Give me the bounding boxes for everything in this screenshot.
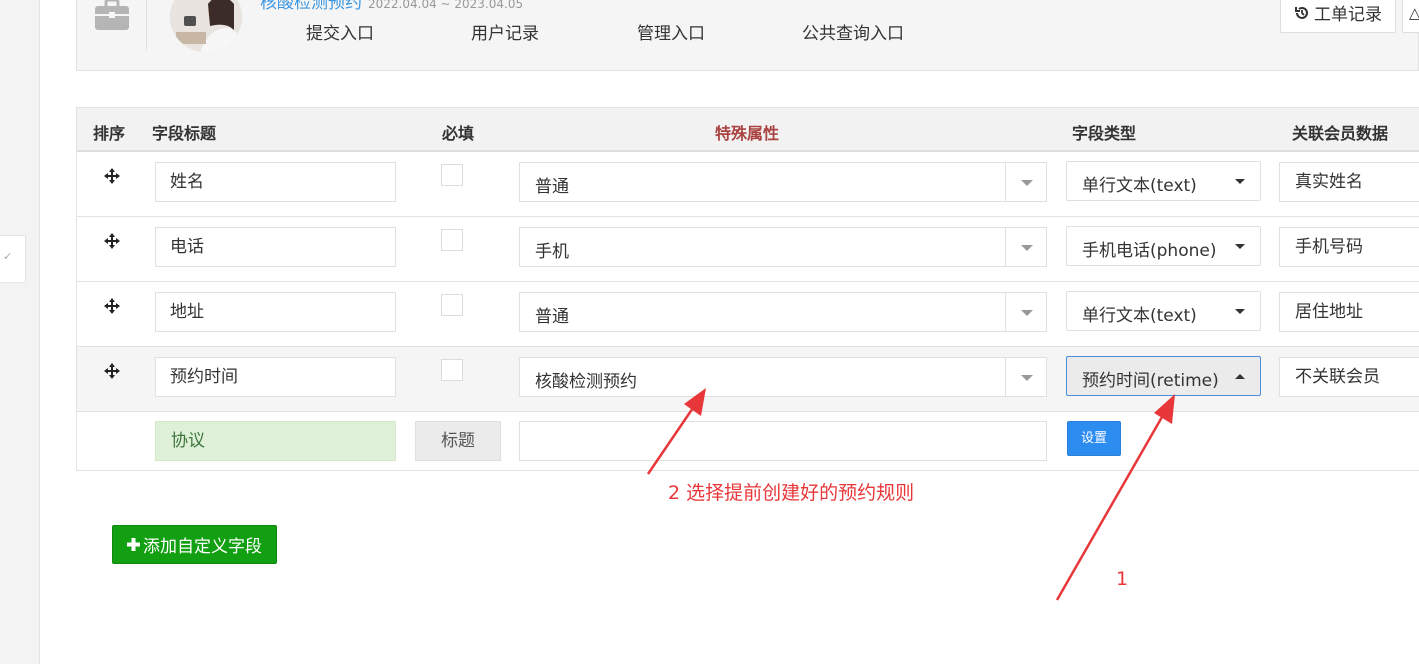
- caret-down-icon: [1021, 245, 1033, 251]
- special-attr-value: 普通: [535, 307, 569, 327]
- required-checkbox[interactable]: [441, 164, 463, 186]
- work-order-button[interactable]: 工单记录: [1280, 0, 1396, 33]
- settings-button[interactable]: 设置: [1067, 421, 1121, 456]
- field-type-select[interactable]: 单行文本(text): [1066, 161, 1261, 201]
- table-row: 电话 手机 手机电话(phone) 手机号码: [77, 217, 1419, 282]
- date-range: 2022.04.04 ~ 2023.04.05: [368, 0, 524, 11]
- select-divider: [1005, 293, 1006, 331]
- history-icon: [1295, 6, 1308, 19]
- field-title-input[interactable]: 姓名: [155, 162, 396, 202]
- required-checkbox[interactable]: [441, 359, 463, 381]
- special-attr-value: 普通: [535, 177, 569, 197]
- member-data-select[interactable]: 真实姓名: [1279, 162, 1419, 202]
- field-type-value: 单行文本(text): [1082, 306, 1197, 326]
- table-header: 排序 字段标题 必填 特殊属性 字段类型 关联会员数据: [77, 108, 1419, 152]
- caret-up-icon: [1235, 374, 1245, 379]
- col-special-attr: 特殊属性: [715, 124, 780, 143]
- table-row: 预约时间 核酸检测预约 预约时间(retime) 不关联会员: [77, 347, 1419, 412]
- page-title[interactable]: 核酸检测预约 2022.04.04 ~ 2023.04.05: [260, 0, 523, 13]
- caret-down-icon: [1021, 375, 1033, 381]
- briefcase-icon: [95, 0, 129, 30]
- field-title-input[interactable]: 预约时间: [155, 357, 396, 397]
- nav-link-submit[interactable]: 提交入口: [306, 19, 374, 44]
- member-data-select[interactable]: 不关联会员: [1279, 357, 1419, 397]
- field-title-input[interactable]: 地址: [155, 292, 396, 332]
- special-attr-value: 核酸检测预约: [535, 372, 637, 392]
- caret-down-icon: [1235, 179, 1245, 184]
- table-row: 姓名 普通 单行文本(text) 真实姓名: [77, 152, 1419, 217]
- col-field-type: 字段类型: [1072, 124, 1137, 143]
- move-arrows-icon[interactable]: [103, 297, 121, 315]
- fields-table: 排序 字段标题 必填 特殊属性 字段类型 关联会员数据 姓名 普通 单行文本(t…: [76, 107, 1419, 471]
- field-type-value: 预约时间(retime): [1082, 371, 1219, 391]
- member-data-select[interactable]: 居住地址: [1279, 292, 1419, 332]
- special-attr-select[interactable]: 普通: [519, 292, 1047, 332]
- agreement-title-input[interactable]: [519, 421, 1047, 461]
- field-type-value: 单行文本(text): [1082, 176, 1197, 196]
- lock-icon: △: [1409, 4, 1419, 22]
- field-title-input[interactable]: 电话: [155, 227, 396, 267]
- agreement-row: 协议 标题 设置: [77, 411, 1419, 471]
- member-data-select[interactable]: 手机号码: [1279, 227, 1419, 267]
- special-attr-value: 手机: [535, 242, 569, 262]
- move-arrows-icon[interactable]: [103, 167, 121, 185]
- agreement-title-button[interactable]: 标题: [415, 421, 501, 461]
- nav-link-user-records[interactable]: 用户记录: [471, 19, 539, 44]
- select-divider: [1005, 163, 1006, 201]
- col-sort: 排序: [93, 124, 126, 143]
- special-attr-select[interactable]: 普通: [519, 162, 1047, 202]
- table-row: 地址 普通 单行文本(text) 居住地址: [77, 282, 1419, 347]
- app-title[interactable]: 核酸检测预约: [260, 0, 362, 13]
- add-custom-field-button[interactable]: 添加自定义字段: [112, 525, 277, 564]
- caret-down-icon: [1235, 244, 1245, 249]
- move-arrows-icon[interactable]: [103, 362, 121, 380]
- caret-down-icon: [1021, 310, 1033, 316]
- special-attr-select[interactable]: 核酸检测预约: [519, 357, 1047, 397]
- col-required: 必填: [442, 124, 475, 143]
- caret-down-icon: [1235, 309, 1245, 314]
- nav-link-public-query[interactable]: 公共查询入口: [802, 19, 904, 44]
- header-divider: [146, 0, 147, 50]
- plus-icon: [127, 538, 140, 551]
- move-arrows-icon[interactable]: [103, 232, 121, 250]
- nav-link-admin[interactable]: 管理入口: [637, 19, 705, 44]
- chevron-down-icon: ✓: [3, 250, 13, 263]
- annotation-step-2: 2 选择提前创建好的预约规则: [668, 482, 915, 504]
- field-type-value: 手机电话(phone): [1082, 241, 1217, 261]
- agreement-label: 协议: [155, 421, 396, 461]
- field-type-select[interactable]: 单行文本(text): [1066, 291, 1261, 331]
- sidebar-collapsed-tab[interactable]: ✓: [0, 235, 26, 283]
- special-attr-select[interactable]: 手机: [519, 227, 1047, 267]
- more-button[interactable]: △: [1402, 0, 1419, 33]
- caret-down-icon: [1021, 180, 1033, 186]
- required-checkbox[interactable]: [441, 294, 463, 316]
- field-type-select[interactable]: 手机电话(phone): [1066, 226, 1261, 266]
- required-checkbox[interactable]: [441, 229, 463, 251]
- left-sidebar: ✓: [0, 0, 40, 664]
- select-divider: [1005, 228, 1006, 266]
- annotation-step-1: 1: [1116, 568, 1129, 590]
- add-custom-field-label: 添加自定义字段: [143, 537, 262, 557]
- field-type-select[interactable]: 预约时间(retime): [1066, 356, 1261, 396]
- select-divider: [1005, 358, 1006, 396]
- work-order-label: 工单记录: [1314, 5, 1382, 25]
- col-field-title: 字段标题: [152, 124, 217, 143]
- col-member-data: 关联会员数据: [1292, 124, 1389, 143]
